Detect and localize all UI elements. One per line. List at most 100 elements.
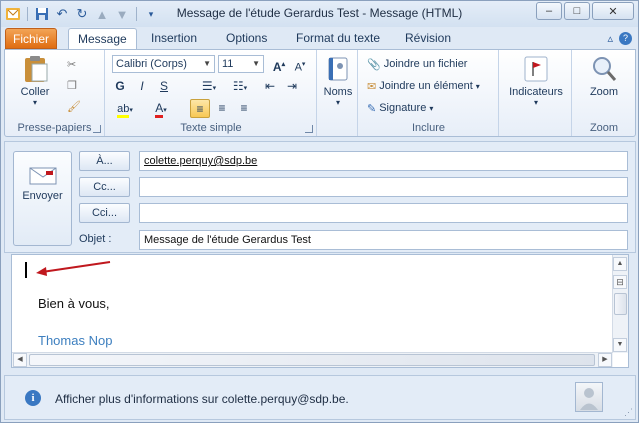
group-inclure: 📎 Joindre un fichier ✉ Joindre un élémen… (359, 50, 499, 136)
font-size-combo[interactable]: 11 ▼ (218, 55, 264, 73)
cut-button[interactable]: ✂ (67, 55, 76, 73)
to-recipient[interactable]: colette.perquy@sdp.be (144, 155, 257, 167)
names-button[interactable]: Noms ▾ (321, 54, 355, 107)
indicators-button[interactable]: Indicateurs ▾ (504, 54, 568, 107)
cc-field[interactable] (139, 177, 628, 197)
attach-item-button[interactable]: ✉ Joindre un élément ▾ (367, 77, 480, 95)
ribbon-tabs: Fichier Message Insertion Options Format… (1, 27, 638, 49)
paste-dropdown-icon[interactable]: ▾ (13, 98, 57, 107)
underline-button[interactable]: S (154, 77, 174, 96)
group-noms: Noms ▾ (318, 50, 358, 136)
window-controls: – □ ✕ (536, 2, 634, 20)
tab-format-du-texte[interactable]: Format du texte (287, 28, 389, 49)
signature-button[interactable]: ✎ Signature ▾ (367, 99, 433, 117)
chevron-down-icon: ▾ (429, 103, 434, 113)
names-dropdown-icon: ▾ (335, 98, 340, 107)
bcc-field[interactable] (139, 203, 628, 223)
close-button[interactable]: ✕ (592, 2, 634, 20)
tab-revision[interactable]: Révision (396, 28, 460, 49)
closing-text: Bien à vous, (38, 296, 110, 311)
font-launcher[interactable] (305, 125, 313, 133)
increase-indent-button[interactable]: ⇥ (282, 77, 302, 96)
copy-button[interactable]: ❐ (67, 76, 77, 94)
format-painter-button[interactable]: 🖌 (67, 97, 81, 115)
to-field[interactable]: colette.perquy@sdp.be (139, 151, 628, 171)
chevron-down-icon: ▼ (252, 59, 260, 68)
bold-button[interactable]: G (110, 77, 130, 96)
people-pane-bar[interactable]: i Afficher plus d'informations sur colet… (4, 375, 636, 420)
minimize-button[interactable]: – (536, 2, 562, 20)
bcc-button[interactable]: Cci... (79, 203, 130, 223)
signature-icon: ✎ (367, 102, 377, 115)
scissors-icon: ✂ (67, 58, 77, 71)
group-label-texte-simple: Texte simple (180, 122, 242, 134)
clipboard-launcher[interactable] (93, 125, 101, 133)
help-icon[interactable]: ? (619, 32, 632, 45)
ribbon-controls: ▵ ? (607, 32, 632, 45)
group-texte-simple: Calibri (Corps) ▼ 11 ▼ A▴ A▾ G I S ☰▾ ☷▾ ⇤… (106, 50, 317, 136)
title-bar: ↶ ↻ ▲ ▼ ▾ Message de l'étude Gerardus Te… (1, 1, 638, 27)
attach-file-label: Joindre un fichier (383, 58, 468, 70)
tab-message[interactable]: Message (68, 28, 137, 49)
group-indicateurs: Indicateurs ▾ (500, 50, 572, 136)
people-pane-text[interactable]: Afficher plus d'informations sur colette… (55, 392, 349, 406)
paste-button[interactable]: Coller ▾ (13, 54, 57, 107)
zoom-button[interactable]: Zoom (581, 54, 627, 98)
font-name-value: Calibri (Corps) (116, 58, 187, 70)
increase-indent-icon: ⇥ (286, 79, 298, 93)
horizontal-scrollbar[interactable]: ◀ ▶ (12, 352, 613, 367)
subject-field[interactable]: Message de l'étude Gerardus Test (139, 230, 628, 250)
paste-label: Coller (20, 86, 50, 98)
send-envelope-icon (28, 166, 58, 186)
scroll-down-button[interactable]: ▼ (613, 338, 627, 352)
info-icon: i (25, 390, 41, 406)
tab-options[interactable]: Options (217, 28, 276, 49)
group-label-presse-papiers: Presse-papiers (17, 122, 92, 134)
paperclip-icon: 📎 (367, 58, 381, 71)
zoom-label: Zoom (589, 86, 619, 98)
clipboard-icon (20, 54, 50, 84)
minimize-ribbon-icon[interactable]: ▵ (607, 32, 613, 45)
grow-font-button[interactable]: A▴ (269, 55, 289, 74)
contact-avatar[interactable] (575, 382, 603, 412)
ribbon: Coller ▾ ✂ ❐ 🖌 Presse-papiers Calibri (C… (4, 49, 636, 137)
vertical-scroll-thumb[interactable] (614, 293, 627, 315)
indicators-label: Indicateurs (509, 86, 563, 98)
align-left-button[interactable]: ≡ (190, 99, 210, 118)
send-button[interactable]: Envoyer (13, 151, 72, 246)
align-right-button[interactable]: ≡ (234, 99, 254, 118)
align-center-icon: ≡ (218, 101, 226, 115)
flag-icon (521, 54, 551, 84)
align-center-button[interactable]: ≡ (212, 99, 232, 118)
shrink-font-button[interactable]: A▾ (290, 55, 310, 74)
numbering-button[interactable]: ☷▾ (225, 77, 255, 96)
tab-fichier[interactable]: Fichier (5, 28, 57, 49)
font-name-combo[interactable]: Calibri (Corps) ▼ (112, 55, 215, 73)
align-left-icon: ≡ (196, 102, 204, 116)
cc-button[interactable]: Cc... (79, 177, 130, 197)
scroll-up-button[interactable]: ▲ (613, 257, 627, 271)
message-body[interactable]: Bien à vous, Thomas Nop ▲ ⊟ ▼ ◀ ▶ (11, 254, 629, 368)
send-label: Envoyer (22, 190, 63, 202)
highlight-button[interactable]: ab▾ (110, 99, 140, 118)
horizontal-scroll-thumb[interactable] (29, 354, 595, 366)
scroll-left-button[interactable]: ◀ (13, 353, 27, 367)
italic-button[interactable]: I (132, 77, 152, 96)
group-presse-papiers: Coller ▾ ✂ ❐ 🖌 Presse-papiers (5, 50, 105, 136)
copy-icon: ❐ (67, 79, 77, 92)
ruler-toggle-icon[interactable]: ⊟ (613, 275, 627, 289)
to-button[interactable]: À... (79, 151, 130, 171)
tab-insertion[interactable]: Insertion (142, 28, 206, 49)
vertical-scrollbar[interactable]: ▲ ⊟ ▼ (612, 255, 628, 353)
attach-file-button[interactable]: 📎 Joindre un fichier (367, 55, 467, 73)
font-color-button[interactable]: A▾ (146, 99, 176, 118)
decrease-indent-button[interactable]: ⇤ (260, 77, 280, 96)
bullets-button[interactable]: ☰▾ (194, 77, 224, 96)
address-book-icon (323, 54, 353, 84)
group-label-inclure: Inclure (411, 122, 446, 134)
indicators-dropdown-icon: ▾ (533, 98, 538, 107)
scroll-right-button[interactable]: ▶ (598, 353, 612, 367)
resize-grip-icon[interactable]: ⋰ (624, 407, 633, 418)
font-size-value: 11 (222, 58, 234, 70)
maximize-button[interactable]: □ (564, 2, 590, 20)
